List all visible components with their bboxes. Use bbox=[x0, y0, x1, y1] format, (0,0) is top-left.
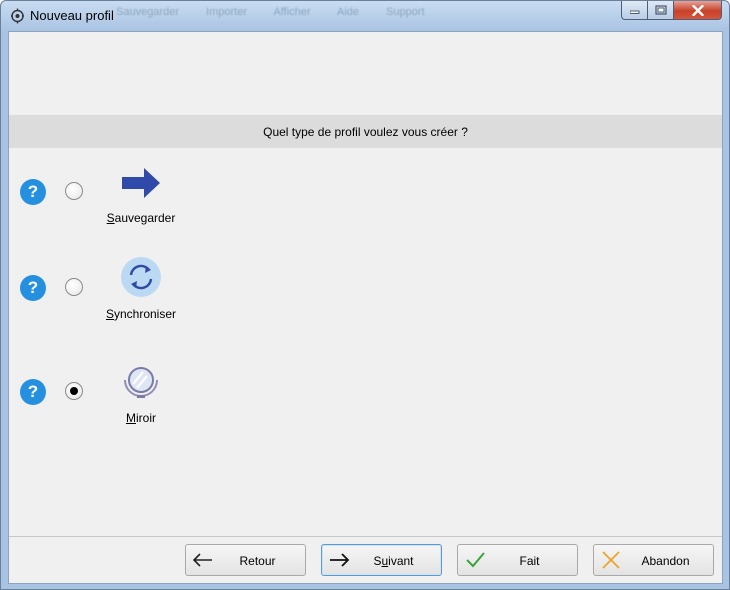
done-label: Fait bbox=[519, 554, 540, 568]
mirror-icon[interactable] bbox=[119, 359, 163, 403]
button-separator bbox=[9, 536, 722, 537]
radio-synchroniser[interactable] bbox=[65, 278, 83, 296]
help-icon[interactable]: ? bbox=[20, 379, 46, 405]
arrow-right-icon bbox=[330, 553, 350, 567]
radio-sauvegarder[interactable] bbox=[65, 182, 83, 200]
checkmark-icon bbox=[466, 552, 485, 568]
close-button[interactable] bbox=[673, 1, 722, 20]
abort-label: Abandon bbox=[641, 554, 690, 568]
abort-button[interactable]: Abandon bbox=[593, 544, 714, 576]
help-symbol: ? bbox=[27, 382, 39, 401]
option-sauvegarder[interactable]: ? Sauvegarder bbox=[9, 162, 722, 242]
back-label: Retour bbox=[239, 554, 276, 568]
option-synchroniser[interactable]: ? Synchroniser bbox=[9, 256, 722, 336]
help-symbol: ? bbox=[27, 182, 39, 201]
maximize-icon bbox=[655, 5, 666, 15]
dialog-window: Nouveau profil Sauvegarder Importer Affi… bbox=[0, 0, 730, 590]
app-icon bbox=[11, 8, 24, 24]
next-button[interactable]: Suivant bbox=[321, 544, 442, 576]
background-menu-text: Sauvegarder Importer Afficher Aide Suppo… bbox=[116, 6, 425, 18]
help-icon[interactable]: ? bbox=[20, 179, 46, 205]
option-label-sauvegarder[interactable]: Sauvegarder bbox=[99, 211, 183, 225]
question-header: Quel type de profil voulez vous créer ? bbox=[9, 115, 722, 148]
option-miroir[interactable]: ? Miroir bbox=[9, 360, 722, 440]
cancel-icon bbox=[602, 551, 620, 569]
back-button[interactable]: Retour bbox=[185, 544, 306, 576]
help-symbol: ? bbox=[27, 278, 39, 297]
window-title: Nouveau profil bbox=[30, 8, 114, 23]
arrow-right-icon[interactable] bbox=[119, 162, 163, 206]
arrow-left-icon bbox=[192, 553, 212, 567]
option-label-miroir[interactable]: Miroir bbox=[99, 411, 183, 425]
sync-icon[interactable] bbox=[119, 255, 163, 299]
question-text: Quel type de profil voulez vous créer ? bbox=[263, 124, 468, 139]
help-icon[interactable]: ? bbox=[20, 275, 46, 301]
option-label-synchroniser[interactable]: Synchroniser bbox=[99, 307, 183, 321]
radio-miroir[interactable] bbox=[65, 382, 83, 400]
done-button[interactable]: Fait bbox=[457, 544, 578, 576]
dialog-content: Quel type de profil voulez vous créer ? … bbox=[8, 31, 723, 584]
maximize-button[interactable] bbox=[647, 1, 674, 20]
minimize-icon bbox=[629, 10, 639, 14]
close-icon bbox=[691, 4, 704, 16]
title-bar[interactable]: Nouveau profil Sauvegarder Importer Affi… bbox=[1, 1, 729, 31]
minimize-button[interactable] bbox=[621, 1, 648, 20]
next-label: Suivant bbox=[373, 554, 414, 568]
